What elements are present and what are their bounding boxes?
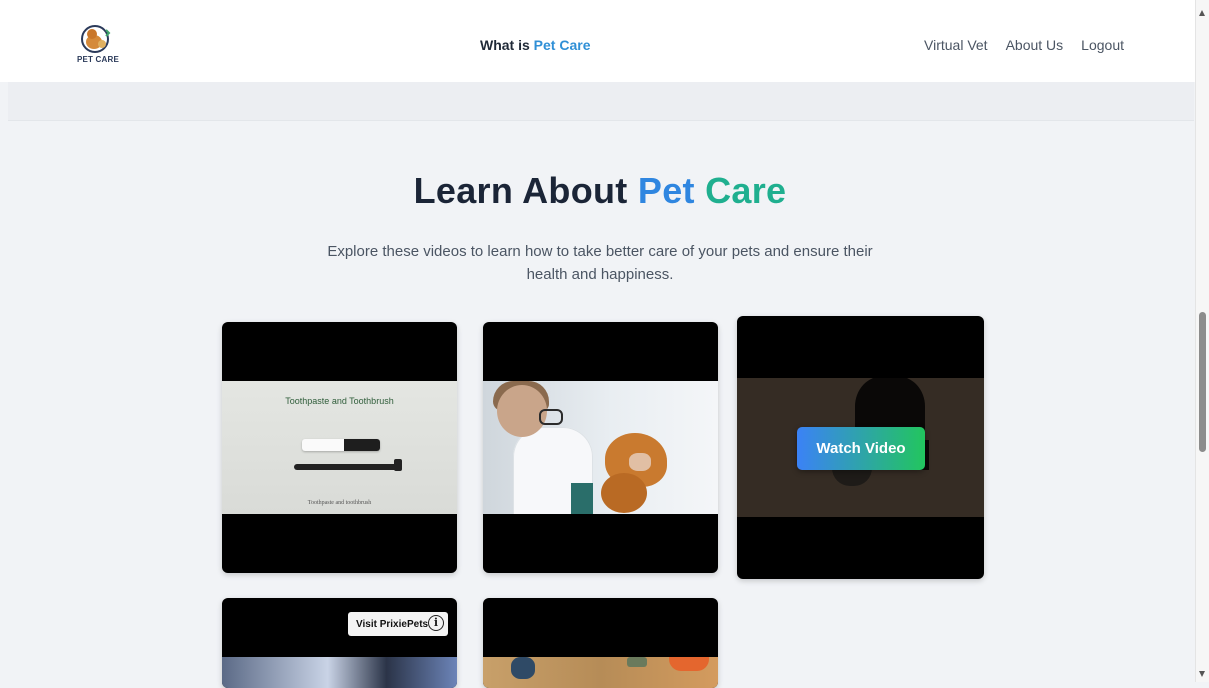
page-title: Learn About Pet Care [0,170,1200,212]
video-thumbnail: Watch Video [737,378,984,517]
video-thumbnail [483,657,718,688]
glasses-image [539,409,563,425]
page-subtitle: Explore these videos to learn how to tak… [327,243,873,283]
title-word-care: Care [705,170,787,211]
toothbrush-image [294,459,402,471]
video-card-dog-eating[interactable]: Watch Video [737,316,984,579]
video-card-toothpaste[interactable]: Toothpaste and Toothbrush Toothpaste and… [222,322,457,573]
nav-link-about-us[interactable]: About Us [1006,37,1064,53]
logo-text: PET CARE [76,55,120,64]
scrollbar-thumb[interactable] [1199,312,1206,452]
scroll-down-arrow-icon[interactable] [1199,671,1205,677]
video-thumbnail [222,657,457,688]
vet-figure [513,427,593,514]
visit-prixiepets-button[interactable]: Visit PrixiePets i [348,612,448,636]
thumbnail-title: Toothpaste and Toothbrush [285,396,394,406]
title-prefix: Learn About [413,170,628,211]
pet-logo-icon [81,25,111,53]
scroll-up-arrow-icon[interactable] [1199,10,1205,16]
watch-video-button[interactable]: Watch Video [797,427,925,470]
visit-label: Visit PrixiePets [356,618,429,630]
video-card-vet-guinea-pig[interactable] [483,322,718,573]
nav-center-accent: Pet Care [533,37,591,53]
top-navbar: PET CARE What is Pet Care Virtual Vet Ab… [0,0,1196,82]
thumbnail-caption: Toothpaste and toothbrush [307,500,372,506]
nav-link-logout[interactable]: Logout [1081,37,1124,53]
nav-links: Virtual Vet About Us Logout [924,37,1124,53]
what-is-pet-care-link[interactable]: What is Pet Care [480,37,590,53]
nav-link-virtual-vet[interactable]: Virtual Vet [924,37,988,53]
video-card-fifth[interactable] [483,598,718,688]
video-card-prixiepets[interactable]: Visit PrixiePets i [222,598,457,688]
pet-care-logo[interactable]: PET CARE [76,24,120,68]
nav-center-prefix: What is [480,37,530,53]
info-icon[interactable]: i [428,615,444,631]
video-thumbnail [483,381,718,514]
video-thumbnail: Toothpaste and Toothbrush Toothpaste and… [222,381,457,514]
sub-header-bar [8,82,1194,121]
page-scrollbar[interactable] [1195,0,1209,682]
title-word-pet: Pet [637,170,695,211]
toothpaste-tube-image [302,439,380,451]
